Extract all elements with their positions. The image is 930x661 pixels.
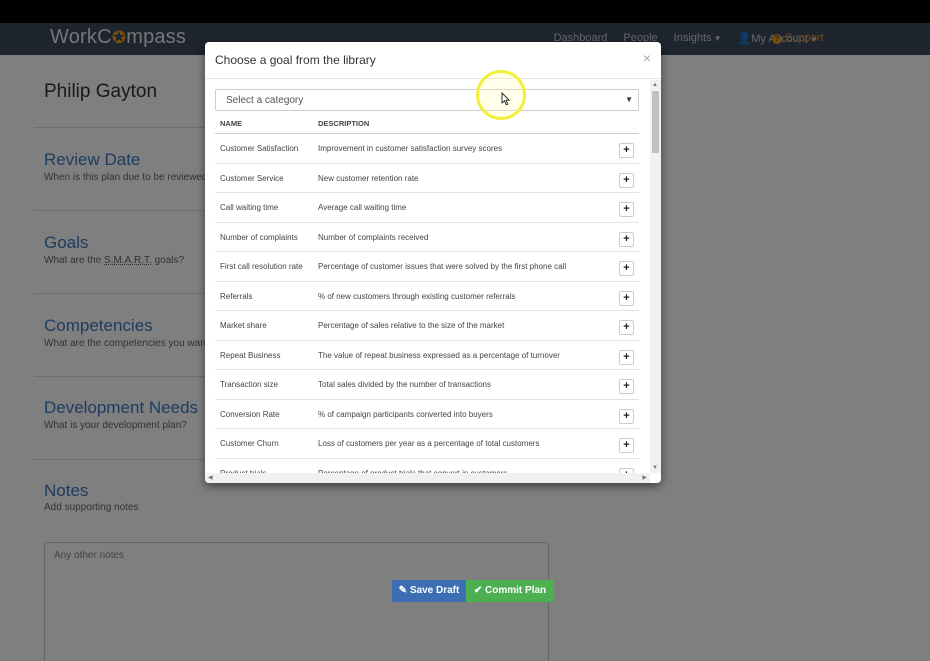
vertical-scrollbar[interactable]: ▲ ▼ <box>650 80 661 473</box>
modal-title: Choose a goal from the library <box>215 53 376 67</box>
goal-row: First call resolution rate Percentage of … <box>215 252 639 282</box>
goal-row: Conversion Rate % of campaign participant… <box>215 400 639 429</box>
mouse-cursor-icon <box>501 92 511 106</box>
save-draft-label: Save Draft <box>409 585 460 596</box>
add-goal-button[interactable]: + <box>619 349 634 365</box>
goal-description: Loss of customers per year as a percenta… <box>318 439 540 448</box>
goal-description: The value of repeat business expressed a… <box>318 350 560 360</box>
goal-name: Transaction size <box>220 380 278 389</box>
goal-row: Number of complaints Number of complaints… <box>215 223 639 252</box>
column-header-description[interactable]: DESCRIPTION <box>318 119 369 128</box>
goal-description: Total sales divided by the number of tra… <box>318 380 491 389</box>
goal-name: Customer Service <box>220 173 284 183</box>
goal-row: Market share Percentage of sales relative… <box>215 311 639 341</box>
add-goal-button[interactable]: + <box>619 231 634 247</box>
goal-library-modal: Choose a goal from the library × Select … <box>205 42 661 483</box>
save-draft-button[interactable]: ✎ Save Draft <box>392 580 466 602</box>
commit-plan-label: Commit Plan <box>485 585 547 596</box>
add-goal-button[interactable]: + <box>619 379 634 394</box>
goal-name: Number of complaints <box>220 232 298 242</box>
add-goal-button[interactable]: + <box>619 438 634 453</box>
add-goal-button[interactable]: + <box>619 320 634 335</box>
goal-name: Market share <box>220 321 267 330</box>
scroll-up-icon[interactable]: ▲ <box>652 82 658 88</box>
goal-row: Customer Satisfaction Improvement in cust… <box>215 134 639 164</box>
goal-description: Improvement in customer satisfaction sur… <box>318 144 503 153</box>
horizontal-scrollbar[interactable]: ◀ ▶ <box>205 473 650 483</box>
caret-down-icon: ▼ <box>625 95 633 104</box>
modal-body: Select a category ▼ NAME DESCRIPTION Cus… <box>205 80 650 473</box>
scroll-down-icon[interactable]: ▼ <box>652 465 658 471</box>
add-goal-button[interactable]: + <box>619 143 634 158</box>
category-select[interactable]: Select a category ▼ <box>215 89 639 111</box>
goal-row: Repeat Business The value of repeat busin… <box>215 341 639 370</box>
scroll-right-icon[interactable]: ▶ <box>642 474 647 481</box>
goal-description: % of new customers through existing cust… <box>318 291 516 301</box>
goal-row: Customer Churn Loss of customers per year… <box>215 429 639 459</box>
goal-name: First call resolution rate <box>220 262 303 271</box>
goal-name: Conversion Rate <box>220 409 280 419</box>
pencil-icon: ✎ <box>398 585 410 596</box>
column-header-name[interactable]: NAME <box>220 119 242 128</box>
add-goal-button[interactable]: + <box>619 290 634 306</box>
goal-description: Percentage of sales relative to the size… <box>318 321 505 330</box>
commit-plan-button[interactable]: ✔ Commit Plan <box>466 580 554 602</box>
goal-row: Referrals % of new customers through exis… <box>215 282 639 311</box>
modal-header: Choose a goal from the library × <box>205 42 661 79</box>
goal-row: Customer Service New customer retention r… <box>215 164 639 193</box>
add-goal-button[interactable]: + <box>619 172 634 188</box>
goal-name: Repeat Business <box>220 350 281 360</box>
goal-description: Number of complaints received <box>318 232 429 242</box>
goal-row: Call waiting time Average call waiting ti… <box>215 193 639 223</box>
goal-row: Transaction size Total sales divided by t… <box>215 370 639 400</box>
add-goal-button[interactable]: + <box>619 408 634 424</box>
goal-description: New customer retention rate <box>318 173 419 183</box>
goal-description: Average call waiting time <box>318 203 407 212</box>
goal-name: Customer Churn <box>220 439 279 448</box>
add-goal-button[interactable]: + <box>619 261 634 276</box>
check-icon: ✔ <box>473 585 486 596</box>
goal-name: Customer Satisfaction <box>220 144 299 153</box>
goal-row: Product trials Percentage of product tria… <box>215 459 639 473</box>
goal-description: Percentage of customer issues that were … <box>318 262 567 271</box>
close-icon[interactable]: × <box>643 50 651 66</box>
goal-name: Call waiting time <box>220 203 279 212</box>
scrollbar-thumb[interactable] <box>652 91 659 153</box>
category-select-placeholder: Select a category <box>226 95 304 106</box>
goal-description: % of campaign participants converted int… <box>318 409 493 419</box>
add-goal-button[interactable]: + <box>619 202 634 217</box>
goal-name: Referrals <box>220 291 253 301</box>
scroll-left-icon[interactable]: ◀ <box>208 474 213 481</box>
